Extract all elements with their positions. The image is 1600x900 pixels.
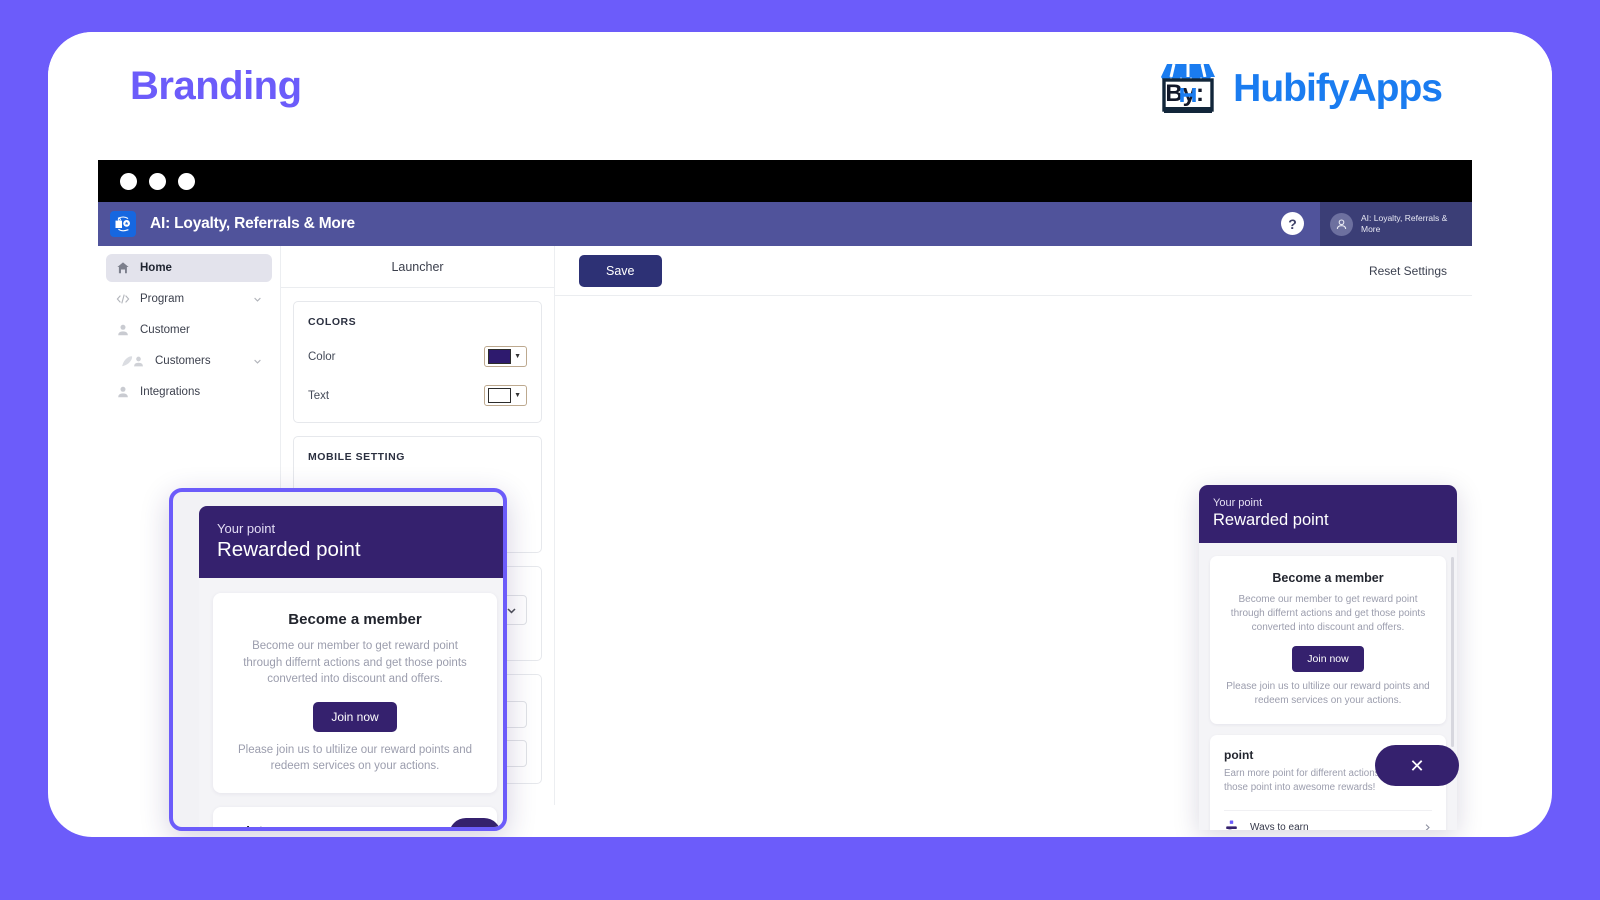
page-title: Branding xyxy=(130,64,302,108)
hubifyapps-logo: HubifyApps xyxy=(1155,60,1443,118)
zoom-become-member-heading: Become a member xyxy=(288,611,422,628)
preview-zoom-scrollbar[interactable] xyxy=(503,596,507,811)
sidebar-item-label: Integrations xyxy=(140,386,201,398)
color-picker-text[interactable]: ▼ xyxy=(484,385,527,406)
window-close-dot[interactable] xyxy=(120,172,137,190)
app-title: AI: Loyalty, Referrals & More xyxy=(150,215,355,232)
text-field-label: Text xyxy=(308,389,330,402)
become-member-footer: Please join us to ultilize our reward po… xyxy=(1226,681,1430,706)
color-picker-color[interactable]: ▼ xyxy=(484,346,527,367)
browser-chrome-bar xyxy=(98,160,1472,202)
storefront-icon xyxy=(1161,63,1216,113)
become-member-card: Become a member Become our member to get… xyxy=(1210,556,1446,724)
preview-scrollbar[interactable] xyxy=(1451,557,1454,747)
preview-header: Your point Rewarded point xyxy=(1199,485,1457,543)
code-icon xyxy=(116,294,130,304)
ways-to-earn-label: Ways to earn xyxy=(1250,822,1309,830)
chevron-down-icon xyxy=(507,607,516,613)
text-swatch xyxy=(488,388,512,403)
app-top-bar: AI: Loyalty, Referrals & More ? AI: Loya… xyxy=(98,202,1472,246)
sidebar-item-label: Customers xyxy=(155,355,211,367)
user-account-name: AI: Loyalty, Referrals & More xyxy=(1361,213,1448,234)
ways-to-earn-row[interactable]: Ways to earn xyxy=(1224,810,1432,830)
preview-zoom-widget: Your point Rewarded point Become a membe… xyxy=(199,506,507,831)
join-now-button[interactable]: Join now xyxy=(1292,646,1364,672)
sidebar-item-program[interactable]: Program xyxy=(106,285,272,313)
become-member-heading: Become a member xyxy=(1272,571,1384,585)
logo-text: HubifyApps xyxy=(1233,67,1443,110)
zoom-become-member-footer: Please join us to ultilize our reward po… xyxy=(238,743,472,773)
person-icon xyxy=(118,324,128,336)
preview-zoom-header: Your point Rewarded point xyxy=(199,506,503,578)
sidebar-item-customer[interactable]: Customer xyxy=(106,316,272,344)
zoom-become-member-card: Become a member Become our member to get… xyxy=(213,593,497,793)
color-swatch xyxy=(488,349,512,364)
colors-section-title: COLORS xyxy=(308,316,357,328)
zoom-point-card-heading: point xyxy=(229,822,264,831)
tab-launcher[interactable]: Launcher xyxy=(391,260,443,274)
chevron-right-icon xyxy=(1425,824,1430,830)
avatar xyxy=(1330,212,1353,236)
user-account-chip[interactable]: AI: Loyalty, Referrals & More xyxy=(1320,202,1472,246)
preview-zoom-body: Become a member Become our member to get… xyxy=(199,578,507,831)
preview-zoom-header-sub: Your point xyxy=(217,521,276,536)
window-maximize-dot[interactable] xyxy=(178,172,195,190)
settings-tabbar: Launcher xyxy=(281,246,554,288)
preview-header-sub: Your point xyxy=(1213,497,1263,509)
chevron-down-icon: ▼ xyxy=(514,353,521,360)
reset-settings-link[interactable]: Reset Settings xyxy=(1369,264,1447,278)
become-member-body: Become our member to get reward point th… xyxy=(1230,594,1426,633)
content-toolbar: Save Reset Settings xyxy=(555,246,1472,296)
chevron-down-icon xyxy=(254,359,261,364)
color-field-row: Color ▼ xyxy=(308,346,527,367)
screenshot-root: Branding By: HubifyApps AI: Loyalty, Ref… xyxy=(0,0,1600,900)
chevron-down-icon: ▼ xyxy=(514,392,521,399)
sidebar-item-integrations[interactable]: Integrations xyxy=(106,378,272,406)
ways-to-earn-icon xyxy=(1226,820,1237,830)
help-icon[interactable]: ? xyxy=(1281,212,1304,235)
color-field-label: Color xyxy=(308,350,336,363)
preview-zoom-header-title: Rewarded point xyxy=(217,538,361,561)
loyalty-gift-icon xyxy=(110,211,136,237)
window-minimize-dot[interactable] xyxy=(149,172,166,190)
sidebar-item-home[interactable]: Home xyxy=(106,254,272,282)
colors-card: COLORS Color ▼ Text ▼ xyxy=(293,301,542,423)
preview-header-title: Rewarded point xyxy=(1213,511,1329,529)
sidebar-customers-group: Customers xyxy=(98,347,280,375)
branding-header: Branding By: HubifyApps xyxy=(48,32,1552,160)
save-button[interactable]: Save xyxy=(579,254,662,287)
chevron-down-icon xyxy=(254,297,261,302)
zoom-become-member-body: Become our member to get reward point th… xyxy=(243,640,467,685)
sidebar-item-label: Program xyxy=(140,293,185,305)
sidebar-item-label: Customer xyxy=(140,324,190,336)
zoom-launcher-fab[interactable] xyxy=(449,818,501,827)
zoom-point-card: point Earn more point for different acti… xyxy=(213,806,497,831)
close-button[interactable]: ✕ xyxy=(1375,745,1459,786)
close-icon: ✕ xyxy=(1409,755,1425,776)
preview-body: Become a member Become our member to get… xyxy=(1199,543,1457,830)
page-card: Branding By: HubifyApps AI: Loyalty, Ref… xyxy=(48,32,1552,837)
person-icon xyxy=(118,386,128,398)
person-icon xyxy=(134,356,143,366)
preview-zoom-highlight: Your point Rewarded point Become a membe… xyxy=(169,488,507,831)
text-field-row: Text ▼ xyxy=(308,385,527,406)
home-icon xyxy=(117,262,129,274)
zoom-join-now-button[interactable]: Join now xyxy=(313,701,397,732)
mobile-section-title: MOBILE SETTING xyxy=(308,451,405,463)
sidebar-item-label: Home xyxy=(140,262,172,274)
